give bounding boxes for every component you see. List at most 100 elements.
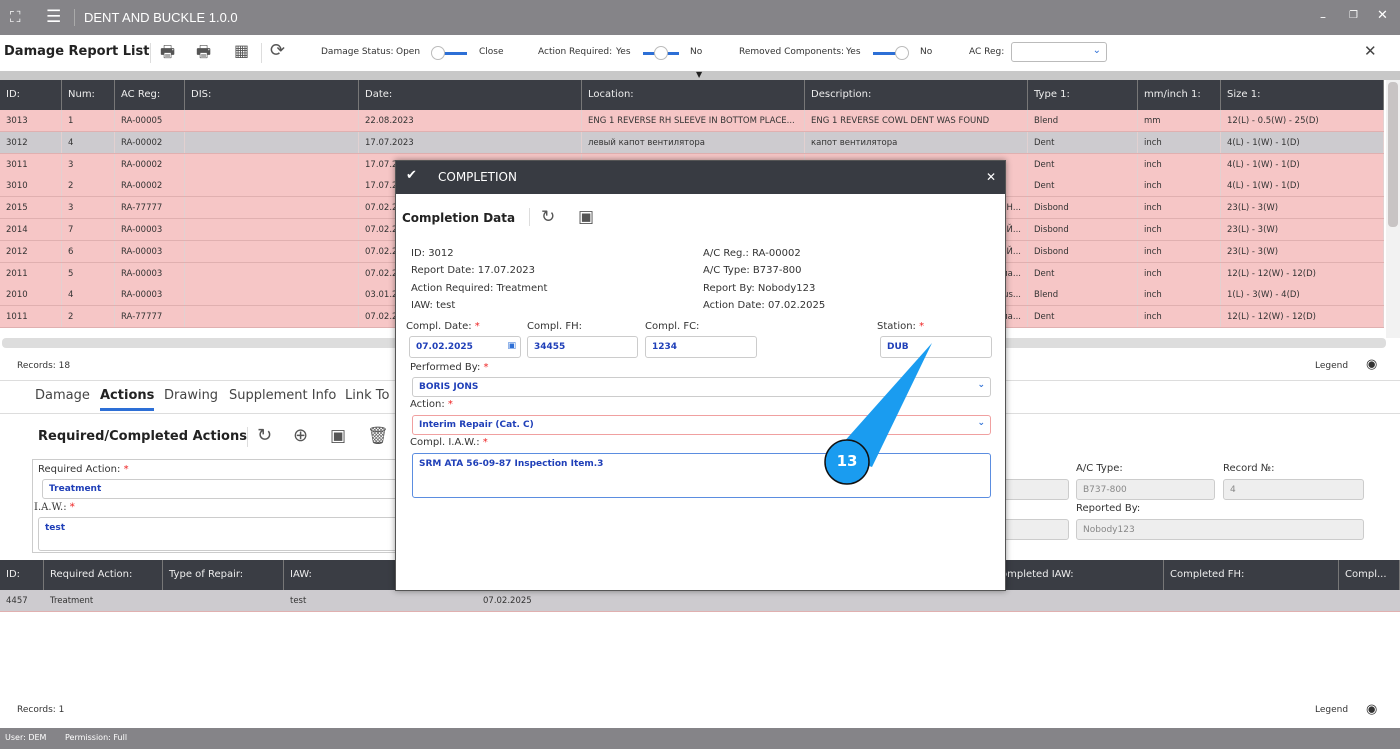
column-header[interactable]: Size 1: [1221, 80, 1384, 110]
column-header[interactable]: Completed FH: [1164, 560, 1339, 590]
action-required-toggle[interactable] [643, 46, 679, 60]
restore-button[interactable]: ❐ [1349, 10, 1358, 21]
tab-actions[interactable]: Actions [100, 388, 155, 411]
column-header[interactable]: Date: [359, 80, 582, 110]
table-cell: 2014 [0, 219, 62, 240]
status-permission: Permission: Full [65, 733, 128, 742]
table-row[interactable]: 4457 Treatment test 07.02.2025 [0, 590, 1400, 612]
table-cell [185, 240, 359, 262]
column-header[interactable]: Type 1: [1028, 80, 1138, 110]
callout-number: 13 [836, 452, 858, 470]
column-header[interactable]: DIS: [185, 80, 359, 110]
column-header[interactable]: Type of Repair: [163, 560, 284, 590]
save-icon[interactable]: ▣ [330, 426, 346, 446]
print-icon[interactable]: 🖶 [160, 41, 175, 68]
tab-supplement-info[interactable]: Supplement Info [229, 388, 336, 403]
table-cell: 3012 [0, 131, 62, 153]
compl-fc-label: Compl. FC: [645, 321, 700, 332]
removed-components-no: No [920, 47, 933, 57]
add-icon[interactable]: ⊕ [293, 425, 308, 446]
table-cell: Dent [1028, 175, 1138, 197]
ac-reg-select[interactable]: ⌄ [1011, 42, 1107, 62]
table-cell: 12(L) - 0.5(W) - 25(D) [1221, 110, 1384, 131]
table-row[interactable]: 3013 1 RA-00005 22.08.2023 ENG 1 REVERSE RH … [0, 110, 1384, 132]
compl-fc-field[interactable]: 1234 [645, 336, 757, 358]
performed-by-label: Performed By: * [410, 362, 489, 373]
column-header[interactable]: ompleted IAW: [995, 560, 1164, 590]
column-header[interactable]: Description: [805, 80, 1028, 110]
info-id: ID: 3012 [411, 248, 454, 259]
tab-link-to[interactable]: Link To [345, 388, 389, 403]
info-ac-reg: A/C Reg.: RA-00002 [703, 248, 801, 259]
column-header[interactable]: Num: [62, 80, 115, 110]
print-preview-icon[interactable]: 🖶 [196, 41, 211, 68]
page-title: Damage Report List [4, 44, 150, 59]
column-header[interactable]: mm/inch 1: [1138, 80, 1221, 110]
table-cell: Dent [1028, 131, 1138, 153]
splitter[interactable]: ▼ [0, 70, 1400, 80]
column-header[interactable]: Required Action: [44, 560, 163, 590]
scrollbar[interactable] [1386, 80, 1400, 338]
column-header[interactable]: AC Reg: [115, 80, 185, 110]
table-cell: Treatment [50, 596, 94, 606]
app-logo-icon: ⛶ [10, 8, 21, 26]
table-cell: inch [1138, 153, 1221, 175]
chevron-down-icon: ⌄ [977, 418, 985, 428]
undo-icon[interactable]: ↻ [541, 207, 555, 227]
iaw-field[interactable]: test [38, 517, 402, 551]
table-cell: RA-00005 [115, 110, 185, 131]
action-required-no: No [690, 47, 703, 57]
excel-export-icon[interactable]: ▦ [234, 41, 249, 60]
table-cell [185, 175, 359, 197]
table-cell: 4(L) - 1(W) - 1(D) [1221, 131, 1384, 153]
tab-damage[interactable]: Damage [35, 388, 90, 403]
compl-date-field[interactable]: 07.02.2025 ▣ [409, 336, 521, 358]
divider [150, 43, 151, 63]
column-header[interactable]: ID: [0, 80, 62, 110]
save-icon[interactable]: ▣ [578, 207, 594, 227]
removed-components-yes: Yes [846, 47, 861, 57]
table-cell: inch [1138, 306, 1221, 328]
table-cell: RA-77777 [115, 197, 185, 219]
table-cell: 1(L) - 3(W) - 4(D) [1221, 284, 1384, 306]
undo-icon[interactable]: ↻ [257, 425, 272, 446]
table-cell: 17.07.2023 [359, 131, 582, 153]
table-cell: 2 [62, 175, 115, 197]
ac-reg-label: AC Reg: [969, 47, 1005, 57]
table-cell: test [290, 596, 307, 606]
table-cell: Dent [1028, 153, 1138, 175]
eye-icon[interactable]: ◉ [1366, 357, 1377, 372]
column-header[interactable]: ID: [0, 560, 44, 590]
table-cell: mm [1138, 110, 1221, 131]
dialog-title: COMPLETION [438, 170, 517, 184]
close-window-button[interactable]: ✕ [1377, 8, 1388, 23]
menu-icon[interactable]: ☰ [46, 7, 61, 27]
delete-icon[interactable]: 🗑 [367, 426, 389, 446]
table-row[interactable]: 3012 4 RA-00002 17.07.2023 левый капот венти… [0, 131, 1384, 154]
info-report-by: Report By: Nobody123 [703, 282, 816, 294]
required-action-field[interactable]: Treatment [42, 479, 402, 499]
close-icon[interactable]: ✕ [1364, 42, 1377, 60]
close-dialog-button[interactable]: ✕ [986, 170, 996, 184]
table-cell: inch [1138, 262, 1221, 284]
table-cell [185, 153, 359, 175]
table-cell: inch [1138, 240, 1221, 262]
tab-drawing[interactable]: Drawing [164, 388, 218, 403]
status-user: User: DEM [5, 733, 47, 742]
table-cell [185, 306, 359, 328]
removed-components-toggle[interactable] [873, 46, 909, 60]
required-action-label: Required Action: * [38, 464, 129, 475]
table-cell: 12(L) - 12(W) - 12(D) [1221, 262, 1384, 284]
column-header[interactable]: Location: [582, 80, 805, 110]
refresh-icon[interactable]: ⟳ [270, 40, 285, 61]
calendar-icon[interactable]: ▣ [507, 341, 516, 351]
damage-status-toggle[interactable] [431, 46, 467, 60]
minimize-button[interactable]: – [1320, 10, 1326, 24]
compl-fh-field[interactable]: 34455 [527, 336, 638, 358]
eye-icon[interactable]: ◉ [1366, 702, 1377, 717]
table-cell: 6 [62, 240, 115, 262]
divider [261, 43, 262, 63]
station-label: Station: * [877, 321, 925, 332]
divider [74, 9, 75, 26]
column-header[interactable]: Compl... [1339, 560, 1400, 590]
